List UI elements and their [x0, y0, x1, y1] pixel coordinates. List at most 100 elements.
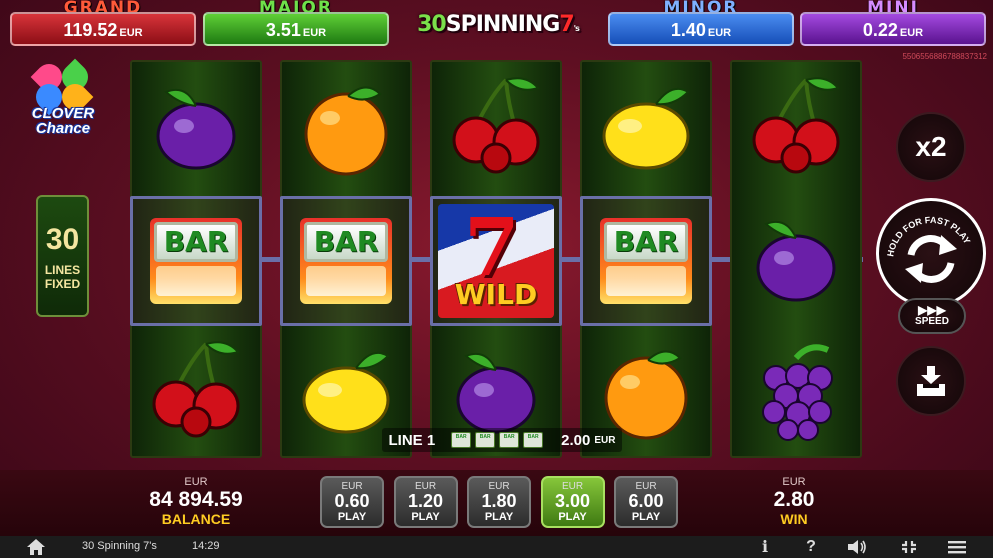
symbol-cherry [732, 64, 860, 194]
reel-5 [730, 60, 862, 458]
symbol-bar: BAR [582, 196, 710, 326]
line-win-amount: 2.00 [561, 431, 591, 449]
sound-icon[interactable] [846, 538, 868, 556]
bet-button-1-80[interactable]: EUR 1.80 PLAY [467, 476, 531, 528]
fast-forward-icon: ▶▶▶ [918, 303, 946, 317]
bet-label: PLAY [631, 511, 661, 523]
bar-text: BAR [154, 222, 238, 262]
symbol-orange [282, 64, 410, 194]
win-display: EUR 2.80 WIN [756, 476, 832, 526]
bar-icon: BAR [600, 218, 692, 304]
win-currency: EUR [782, 476, 806, 488]
wild-text: WILD [454, 278, 538, 311]
bet-button-1-20[interactable]: EUR 1.20 PLAY [393, 476, 458, 528]
jackpot-minor: MINOR 1.40 EUR [608, 0, 794, 48]
clover-chance-logo: CLOVER Chance [22, 58, 104, 142]
fullscreen-icon[interactable] [898, 538, 920, 556]
bar-flame-plate [606, 266, 686, 296]
reel-4: BAR [580, 60, 712, 458]
jackpot-minor-currency: EUR [707, 27, 732, 39]
jackpot-major-value: 3.51 [265, 20, 301, 40]
lemon-icon [602, 88, 690, 170]
clover-chance-line2: Chance [35, 120, 91, 137]
balance-value: 84 894.59 [149, 488, 243, 511]
bet-button-0-60[interactable]: EUR 0.60 PLAY [320, 476, 384, 528]
cherry-icon [452, 77, 540, 174]
win-value: 2.80 [773, 488, 815, 511]
speed-button[interactable]: ▶▶▶ SPEED [898, 298, 966, 334]
reel-3: 7 WILD [430, 60, 562, 458]
symbol-cherry [432, 64, 560, 194]
symbol-plum [732, 196, 860, 326]
mini-bar-text: BAR [479, 434, 491, 440]
round-serial: 5506556886788837312 [902, 52, 987, 61]
logo-seven: 7 [559, 12, 574, 37]
bet-value: 6.00 [628, 491, 664, 511]
bet-label: PLAY [558, 511, 587, 523]
logo-word: SPINNING [445, 12, 561, 37]
menu-icon[interactable] [946, 538, 968, 556]
win-label: WIN [780, 511, 808, 527]
cherry-icon [152, 341, 240, 438]
plum-icon [756, 220, 836, 302]
info-icon[interactable]: i [754, 538, 776, 556]
bar-flame-plate [156, 266, 236, 296]
plum-icon [156, 88, 236, 170]
refresh-icon [905, 235, 957, 283]
jackpot-minor-value: 1.40 [670, 20, 706, 40]
mini-bar-icon: BAR [499, 432, 520, 448]
clover-chance-text: CLOVER Chance [22, 106, 104, 136]
autoplay-button[interactable] [896, 346, 966, 416]
balance-currency: EUR [184, 476, 208, 488]
bet-value: 0.60 [334, 491, 370, 511]
bet-button-6-00[interactable]: EUR 6.00 PLAY [614, 476, 678, 528]
clover-chance-line1: CLOVER [31, 105, 95, 122]
mini-bar-icon: BAR [475, 432, 496, 448]
jackpot-mini: MINI 0.22 EUR [800, 0, 986, 48]
symbol-cherry [132, 328, 260, 458]
mini-bar-icon: BAR [523, 432, 544, 448]
grapes-icon [762, 344, 833, 441]
bar-flame-plate [306, 266, 386, 296]
orange-icon [304, 86, 388, 176]
jackpot-mini-currency: EUR [899, 27, 924, 39]
status-bar: 30 Spinning 7's 14:29 i ? [0, 536, 993, 558]
mini-bar-icon: BAR [451, 432, 472, 448]
lines-label: LINES FIXED [38, 263, 87, 291]
bet-value: 1.80 [481, 491, 517, 511]
hold-for-fast-play-text: HOLD FOR FAST PLAY [885, 215, 972, 283]
jackpot-major-box: 3.51 EUR [203, 12, 389, 46]
balance-label: BALANCE [161, 511, 231, 527]
bet-value: 3.00 [554, 491, 591, 511]
bet-button-3-00[interactable]: EUR 3.00 PLAY [540, 476, 605, 528]
speed-label: SPEED [915, 316, 949, 327]
bar-text: BAR [604, 222, 688, 262]
lines-label-line2: FIXED [44, 277, 81, 291]
symbol-wild: 7 WILD [432, 196, 560, 326]
bar-icon: BAR [300, 218, 392, 304]
symbol-bar: BAR [282, 196, 410, 326]
jackpot-mini-box: 0.22 EUR [800, 12, 986, 46]
jackpot-grand: GRAND 119.52 EUR [10, 0, 196, 48]
line-win-banner: LINE 1 BAR BAR BAR BAR 2.00 EUR [382, 428, 622, 452]
home-icon[interactable] [26, 538, 46, 556]
reel-1: BAR [130, 60, 262, 458]
mini-bar-text: BAR [455, 434, 467, 440]
spin-button[interactable]: HOLD FOR FAST PLAY [876, 198, 986, 308]
line-win-label: LINE 1 [388, 431, 436, 449]
clock: 14:29 [192, 540, 220, 552]
cherry-icon [752, 77, 840, 174]
help-icon[interactable]: ? [800, 538, 822, 556]
lines-count: 30 [45, 223, 80, 256]
bottom-bar: EUR 84 894.59 BALANCE EUR 0.60 PLAY EUR 1… [0, 470, 993, 536]
game-logo: 30SPINNING7's [398, 12, 598, 46]
multiplier-button[interactable]: x2 [896, 112, 966, 182]
bar-icon: BAR [150, 218, 242, 304]
line-win-currency: EUR [594, 434, 616, 446]
game-name: 30 Spinning 7's [82, 540, 157, 552]
symbol-bar: BAR [132, 196, 260, 326]
jackpot-mini-value: 0.22 [862, 20, 898, 40]
logo-suffix: 's [573, 24, 580, 33]
reel-2: BAR [280, 60, 412, 458]
logo-number: 30 [417, 12, 447, 37]
